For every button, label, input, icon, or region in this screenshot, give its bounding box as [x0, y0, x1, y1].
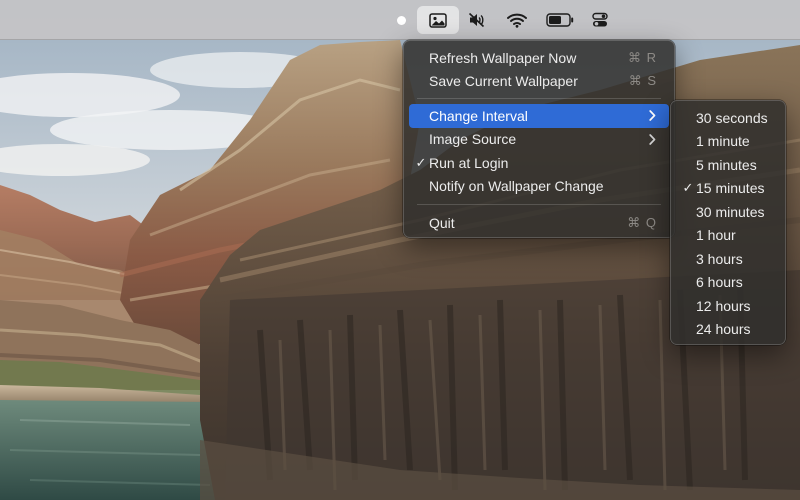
interval-option-label: 12 hours	[696, 297, 751, 314]
shortcut-label: ⌘ Q	[627, 214, 657, 230]
change-interval-submenu: 30 seconds 1 minute 5 minutes ✓ 15 minut…	[670, 100, 786, 345]
control-center-icon[interactable]	[586, 0, 614, 40]
battery-icon[interactable]	[543, 0, 577, 40]
menu-item-notify-on-change[interactable]: Notify on Wallpaper Change	[409, 175, 669, 199]
chevron-right-icon	[647, 128, 657, 152]
shortcut-label: ⌘ S	[628, 73, 657, 89]
menu-item-label: Notify on Wallpaper Change	[429, 178, 604, 195]
menu-item-label: Image Source	[429, 131, 517, 148]
menu-item-image-source[interactable]: Image Source	[409, 128, 669, 152]
status-dot-icon[interactable]	[393, 0, 409, 40]
speaker-muted-icon[interactable]	[463, 0, 491, 40]
menu-separator	[417, 204, 661, 205]
menu-item-run-at-login[interactable]: ✓ Run at Login	[409, 151, 669, 175]
interval-option[interactable]: 3 hours	[676, 247, 780, 271]
menu-item-label: Quit	[429, 214, 455, 231]
menu-item-label: Save Current Wallpaper	[429, 73, 578, 90]
shortcut-label: ⌘ R	[628, 49, 657, 65]
menu-item-refresh-wallpaper[interactable]: Refresh Wallpaper Now ⌘ R	[409, 46, 669, 70]
menu-item-save-wallpaper[interactable]: Save Current Wallpaper ⌘ S	[409, 70, 669, 94]
menu-item-change-interval[interactable]: Change Interval	[409, 104, 669, 128]
wallpaper-app-menu-icon[interactable]	[417, 6, 459, 34]
interval-option-label: 1 minute	[696, 133, 750, 150]
chevron-right-icon	[647, 104, 657, 128]
interval-option[interactable]: 6 hours	[676, 271, 780, 295]
menu-item-label: Run at Login	[429, 154, 509, 171]
menu-bar	[0, 0, 800, 40]
interval-option[interactable]: 5 minutes	[676, 153, 780, 177]
menu-item-quit[interactable]: Quit ⌘ Q	[409, 211, 669, 235]
interval-option-label: 30 minutes	[696, 203, 765, 220]
menu-item-label: Refresh Wallpaper Now	[429, 49, 577, 66]
checkmark-icon: ✓	[682, 180, 694, 196]
wifi-icon[interactable]	[503, 0, 531, 40]
menu-separator	[417, 98, 661, 99]
interval-option-label: 15 minutes	[696, 180, 765, 197]
interval-option[interactable]: 24 hours	[676, 318, 780, 342]
interval-option-label: 30 seconds	[696, 109, 768, 126]
checkmark-icon: ✓	[415, 154, 427, 170]
interval-option[interactable]: 30 minutes	[676, 200, 780, 224]
interval-option-label: 5 minutes	[696, 156, 757, 173]
image-icon	[429, 12, 447, 28]
interval-option[interactable]: 1 minute	[676, 130, 780, 154]
wallpaper-app-menu: Refresh Wallpaper Now ⌘ R Save Current W…	[403, 40, 675, 238]
interval-option[interactable]: 30 seconds	[676, 106, 780, 130]
interval-option-label: 3 hours	[696, 250, 743, 267]
interval-option[interactable]: 12 hours	[676, 294, 780, 318]
interval-option-label: 6 hours	[696, 274, 743, 291]
interval-option-label: 24 hours	[696, 321, 751, 338]
interval-option-label: 1 hour	[696, 227, 736, 244]
menu-item-label: Change Interval	[429, 107, 528, 124]
interval-option-selected[interactable]: ✓ 15 minutes	[676, 177, 780, 201]
interval-option[interactable]: 1 hour	[676, 224, 780, 248]
